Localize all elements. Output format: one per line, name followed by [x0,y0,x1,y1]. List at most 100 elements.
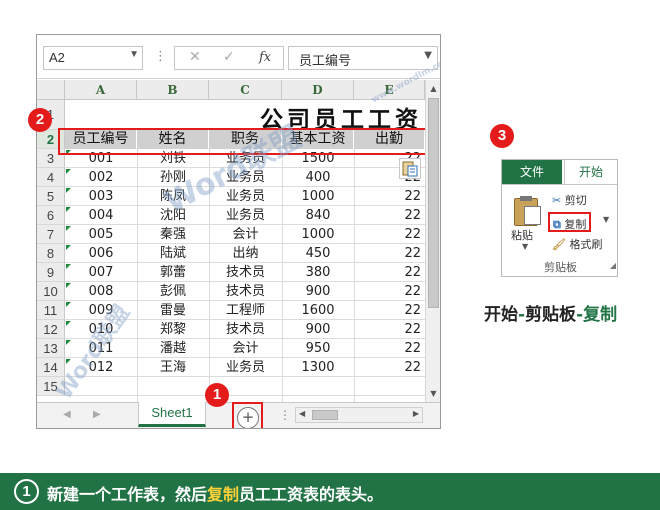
scroll-thumb[interactable] [428,98,439,308]
row-header[interactable]: 7 [37,225,65,244]
table-cell[interactable]: 007 [65,263,137,282]
more-options-icon[interactable]: ⋮ [279,408,291,422]
chevron-down-icon[interactable]: ▼ [522,242,528,251]
paste-button-label[interactable]: 粘贴 [511,227,533,243]
table-cell[interactable]: 技术员 [209,320,282,339]
column-header[interactable]: B [137,80,209,100]
row-header[interactable]: 5 [37,187,65,206]
scroll-down-icon[interactable]: ▼ [428,389,439,398]
table-cell[interactable]: 006 [65,244,137,263]
table-cell[interactable]: 009 [65,301,137,320]
column-header[interactable]: E [354,80,425,100]
table-cell[interactable]: 孙刚 [137,168,209,187]
table-cell[interactable]: 工程师 [209,301,282,320]
horizontal-scrollbar[interactable]: ◀ ▶ [295,407,423,423]
scroll-up-icon[interactable]: ▲ [428,84,439,93]
row-header[interactable]: 8 [37,244,65,263]
row-header[interactable]: 10 [37,282,65,301]
table-cell[interactable]: 011 [65,339,137,358]
table-cell[interactable]: 840 [282,206,354,225]
table-cell[interactable]: 彭佩 [137,282,209,301]
table-cell[interactable]: 003 [65,187,137,206]
title-cell[interactable]: 公司员工工资 [65,100,425,129]
table-cell[interactable]: 008 [65,282,137,301]
cut-button[interactable]: ✂ 剪切 [552,192,587,208]
insert-function-icon[interactable]: fx [259,50,271,65]
paste-options-icon[interactable] [399,158,421,179]
tab-file[interactable]: 文件 [502,160,562,184]
table-cell[interactable]: 010 [65,320,137,339]
dialog-launcher-icon[interactable]: ◢ [610,261,616,270]
vertical-scrollbar[interactable]: ▲ ▼ [425,80,440,402]
table-cell[interactable]: 900 [282,282,354,301]
chevron-down-icon[interactable]: ▼ [424,50,432,61]
table-cell[interactable]: 22 [354,282,425,301]
table-cell[interactable]: 技术员 [209,282,282,301]
table-cell[interactable]: 002 [65,168,137,187]
row-header[interactable]: 15 [37,377,65,396]
tab-home[interactable]: 开始 [564,160,617,184]
row-header[interactable]: 4 [37,168,65,187]
table-cell[interactable]: 雷曼 [137,301,209,320]
table-cell[interactable]: 业务员 [209,206,282,225]
formula-input[interactable]: 员工编号 ▼ [288,46,438,70]
chevron-down-icon[interactable]: ▼ [603,215,609,224]
table-cell[interactable]: 380 [282,263,354,282]
table-cell[interactable]: 22 [354,358,425,377]
row-header[interactable]: 12 [37,320,65,339]
table-cell[interactable]: 业务员 [209,168,282,187]
table-cell[interactable]: 业务员 [209,187,282,206]
table-cell[interactable]: 22 [354,206,425,225]
row-header[interactable]: 13 [37,339,65,358]
more-options-icon[interactable]: ⋮ [154,49,167,64]
table-cell[interactable]: 秦强 [137,225,209,244]
table-cell[interactable]: 1000 [282,225,354,244]
paste-icon[interactable] [512,196,542,226]
table-cell[interactable]: 400 [282,168,354,187]
table-cell[interactable]: 出纳 [209,244,282,263]
table-cell[interactable]: 陈凤 [137,187,209,206]
table-cell[interactable]: 郑黎 [137,320,209,339]
table-cell[interactable]: 1000 [282,187,354,206]
table-cell[interactable]: 22 [354,263,425,282]
table-cell[interactable]: 22 [354,320,425,339]
table-cell[interactable]: 012 [65,358,137,377]
row-header[interactable]: 9 [37,263,65,282]
column-header[interactable]: C [209,80,282,100]
table-cell[interactable]: 22 [354,225,425,244]
table-cell[interactable]: 22 [354,244,425,263]
enter-icon[interactable]: ✓ [223,49,235,65]
table-cell[interactable]: 技术员 [209,263,282,282]
table-cell[interactable]: 1600 [282,301,354,320]
table-cell[interactable]: 22 [354,339,425,358]
row-header[interactable]: 6 [37,206,65,225]
table-cell[interactable]: 潘越 [137,339,209,358]
table-cell[interactable]: 业务员 [209,358,282,377]
table-cell[interactable]: 1300 [282,358,354,377]
tab-prev-icon[interactable]: ◀ [63,409,71,420]
name-box[interactable]: A2 ▼ [43,46,143,70]
table-cell[interactable]: 22 [354,301,425,320]
scroll-left-icon[interactable]: ◀ [299,409,305,418]
table-cell[interactable]: 会计 [209,225,282,244]
chevron-down-icon[interactable]: ▼ [129,49,139,60]
table-cell[interactable]: 沈阳 [137,206,209,225]
table-cell[interactable]: 950 [282,339,354,358]
tab-next-icon[interactable]: ▶ [93,409,101,420]
table-cell[interactable]: 450 [282,244,354,263]
cancel-icon[interactable]: ✕ [189,49,201,65]
column-header[interactable]: A [65,80,137,100]
format-painter-button[interactable]: 🖌 格式刷 [552,236,602,252]
tab-sheet1[interactable]: Sheet1 [138,402,206,427]
column-header[interactable]: D [282,80,354,100]
table-cell[interactable]: 王海 [137,358,209,377]
select-all-corner[interactable] [37,80,65,100]
table-cell[interactable]: 900 [282,320,354,339]
scroll-thumb[interactable] [312,410,338,420]
table-cell[interactable]: 004 [65,206,137,225]
scroll-right-icon[interactable]: ▶ [413,409,419,418]
table-cell[interactable]: 陆斌 [137,244,209,263]
table-cell[interactable]: 会计 [209,339,282,358]
table-cell[interactable]: 005 [65,225,137,244]
row-header[interactable]: 11 [37,301,65,320]
